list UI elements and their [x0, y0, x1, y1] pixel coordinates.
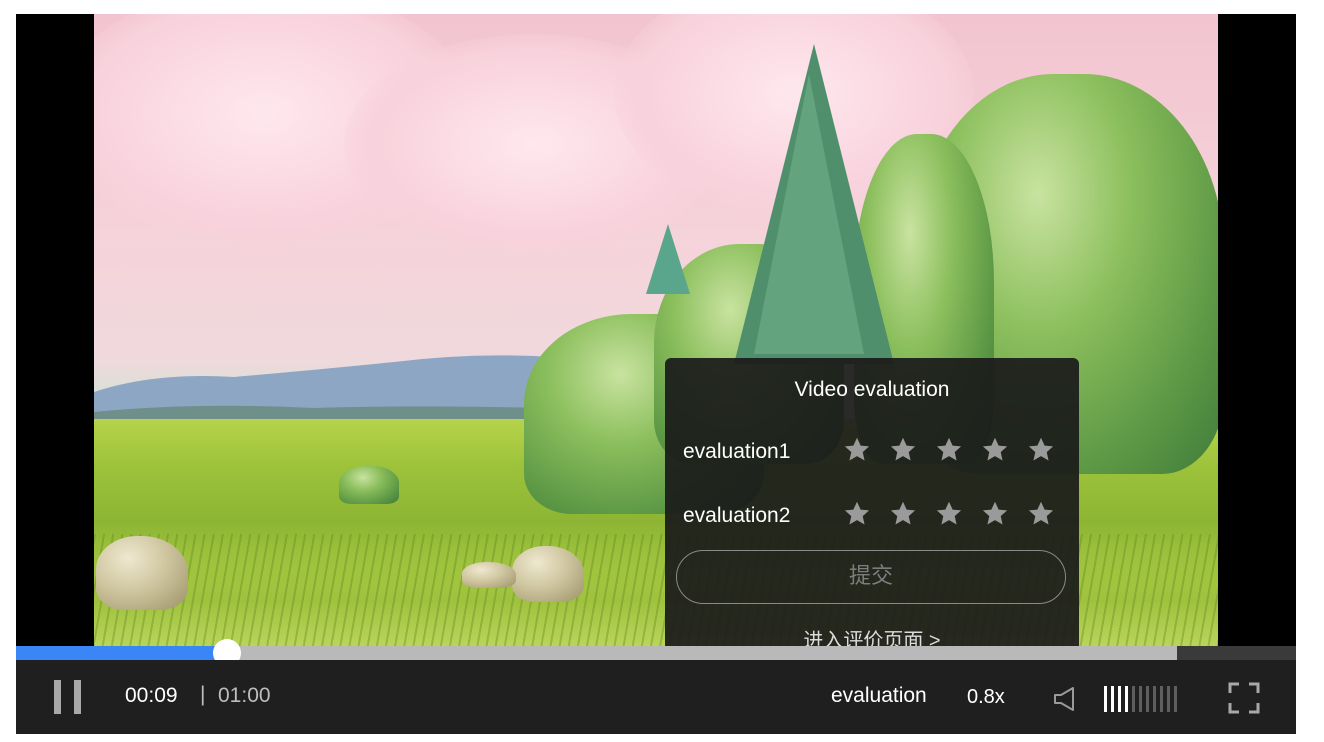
speaker-icon[interactable]	[1053, 686, 1077, 712]
volume-level-bar	[1111, 686, 1114, 712]
star-rating[interactable]	[843, 436, 1055, 464]
submit-button[interactable]: 提交	[676, 550, 1066, 604]
volume-level-bar	[1132, 686, 1135, 712]
star-icon[interactable]	[935, 500, 963, 528]
total-time: 01:00	[218, 684, 271, 707]
evaluation-label: evaluation2	[683, 504, 791, 527]
evaluation-row-1: evaluation1	[683, 436, 1063, 470]
star-icon[interactable]	[889, 500, 917, 528]
progress-bar[interactable]	[16, 639, 1296, 667]
volume-level-bar	[1146, 686, 1149, 712]
star-icon[interactable]	[981, 436, 1009, 464]
fullscreen-icon[interactable]	[1228, 682, 1260, 714]
pause-icon[interactable]	[52, 680, 84, 714]
evaluation-row-2: evaluation2	[683, 500, 1063, 534]
volume-level-bar	[1104, 686, 1107, 712]
volume-level-bar	[1125, 686, 1128, 712]
evaluation-popup: Video evaluation evaluation1 evaluation2…	[665, 358, 1079, 660]
volume-level-bar	[1160, 686, 1163, 712]
volume-level-bar	[1153, 686, 1156, 712]
rock	[512, 546, 584, 602]
current-time: 00:09	[125, 684, 178, 707]
volume-slider[interactable]	[1104, 686, 1177, 712]
evaluation-button[interactable]: evaluation	[831, 684, 927, 708]
star-icon[interactable]	[981, 500, 1009, 528]
video-player[interactable]: Video evaluation evaluation1 evaluation2…	[16, 14, 1296, 734]
progress-played	[16, 646, 228, 660]
star-rating[interactable]	[843, 500, 1055, 528]
volume-level-bar	[1139, 686, 1142, 712]
pine-tree	[646, 224, 690, 294]
evaluation-label: evaluation1	[683, 440, 791, 463]
star-icon[interactable]	[843, 436, 871, 464]
star-icon[interactable]	[1027, 500, 1055, 528]
shrub	[339, 466, 399, 504]
rock	[96, 536, 188, 610]
star-icon[interactable]	[843, 500, 871, 528]
playback-speed-button[interactable]: 0.8x	[967, 686, 1005, 709]
volume-level-bar	[1174, 686, 1177, 712]
pine-tree	[754, 74, 864, 354]
star-icon[interactable]	[1027, 436, 1055, 464]
star-icon[interactable]	[935, 436, 963, 464]
star-icon[interactable]	[889, 436, 917, 464]
rock	[462, 562, 516, 588]
control-bar: 00:09 | 01:00 evaluation 0.8x	[16, 660, 1296, 734]
time-separator: |	[200, 683, 206, 706]
popup-title: Video evaluation	[794, 378, 950, 401]
volume-level-bar	[1118, 686, 1121, 712]
volume-level-bar	[1167, 686, 1170, 712]
